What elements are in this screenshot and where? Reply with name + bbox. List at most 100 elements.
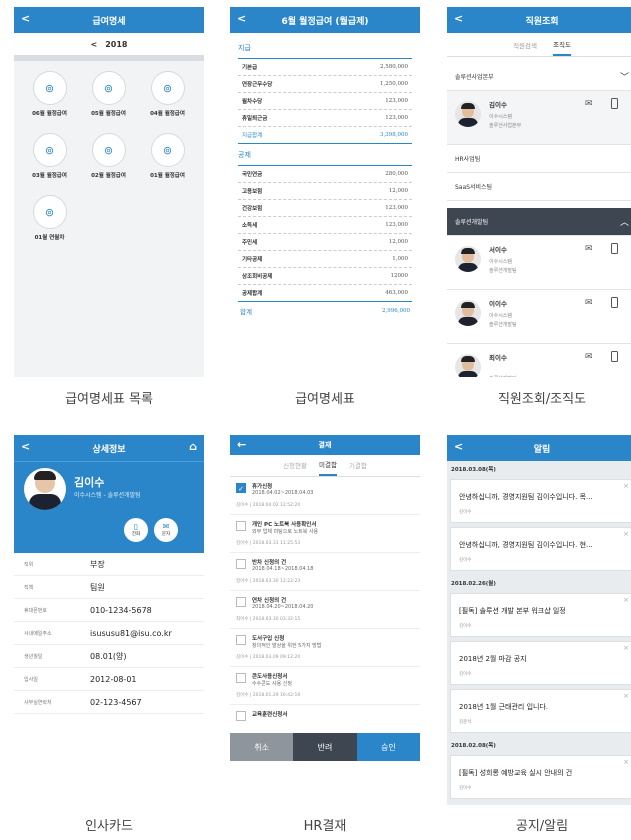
payslip-item[interactable]: ⊚ 05월 월정급여 xyxy=(79,71,138,133)
back-icon[interactable]: < xyxy=(21,12,30,25)
back-icon[interactable]: < xyxy=(454,12,463,25)
item-amount: 123,000 xyxy=(385,115,408,121)
close-icon[interactable]: × xyxy=(623,644,629,652)
phone-icon[interactable] xyxy=(611,297,618,308)
org-unit-name: 솔루션사업본부 xyxy=(455,74,494,81)
checkbox[interactable] xyxy=(236,559,246,569)
phone-icon[interactable] xyxy=(611,351,618,362)
org-unit-row[interactable]: HR사업팀 xyxy=(447,145,631,173)
message-button[interactable]: ✉ 문자 xyxy=(154,518,178,542)
item-detail: 2018.04.20~2018.04.20 xyxy=(252,604,314,610)
back-icon[interactable]: < xyxy=(454,440,463,453)
year-selector[interactable]: < 2018 xyxy=(14,33,204,55)
grand-total-label: 합계 xyxy=(240,308,252,316)
notice-author: 김이수 xyxy=(459,510,472,515)
notice-card[interactable]: 안녕하십니까, 경영지원팀 김이수입니다. 목... 김이수 × xyxy=(450,479,631,523)
notice-card[interactable]: [필독] 솔루션 개발 본부 워크샵 일정 김이수 × xyxy=(450,593,631,637)
tab-requests[interactable]: 신청현황 xyxy=(283,460,307,476)
payslip-item[interactable]: ⊚ 04월 월정급여 xyxy=(138,71,197,133)
reject-button[interactable]: 반려 xyxy=(293,733,357,761)
pay-row: 휴일퇴근금 123,000 xyxy=(238,110,412,127)
back-icon[interactable]: < xyxy=(237,12,246,25)
payslip-item[interactable]: ⊚ 01월 연월차 xyxy=(20,195,79,257)
payslip-label: 05월 월정급여 xyxy=(91,111,126,117)
chevron-left-icon[interactable]: < xyxy=(91,40,98,49)
tab-org-chart[interactable]: 조직도 xyxy=(552,39,571,56)
tab-pending[interactable]: 미결함 xyxy=(319,459,337,476)
approval-item[interactable]: 개인 PC 노트북 사용확인서 외부 업체 미팅으로 노트북 사용 김이수 | 20… xyxy=(230,515,420,553)
tab-completed[interactable]: 기결함 xyxy=(349,460,367,476)
payslip-item[interactable]: ⊚ 02월 월정급여 xyxy=(79,133,138,195)
close-icon[interactable]: × xyxy=(623,692,629,700)
avatar xyxy=(455,354,481,377)
employee-row[interactable]: 김이수 이수시스템 솔루션사업본부 ✉ xyxy=(447,91,631,145)
pay-row: 건강보험 123,000 xyxy=(238,200,412,217)
money-bag-icon: ⊚ xyxy=(150,133,185,167)
checkbox[interactable] xyxy=(236,711,246,721)
tab-employee-search[interactable]: 직원검색 xyxy=(513,40,537,56)
notice-author: 김이수 xyxy=(459,624,472,629)
approval-item[interactable]: ✓ 휴가신청 2018.04.02~2018.04.03 김이수 | 2018.04.… xyxy=(230,477,420,515)
home-icon[interactable]: ⌂ xyxy=(189,440,197,453)
checkbox[interactable]: ✓ xyxy=(236,483,246,493)
approval-item[interactable]: 콘도사용신청서 수수콘도 사용 신청 김이수 | 2018.01.29 16:42:… xyxy=(230,667,420,705)
screen-title: 급여명세 xyxy=(92,16,126,27)
close-icon[interactable]: × xyxy=(623,596,629,604)
mail-icon[interactable]: ✉ xyxy=(585,352,593,362)
org-unit-name: SaaS서비스팀 xyxy=(455,184,493,191)
close-icon[interactable]: × xyxy=(623,758,629,766)
approve-button[interactable]: 승인 xyxy=(356,733,420,761)
item-name: 월차수당 xyxy=(242,99,263,105)
employee-name: 최이수 xyxy=(489,354,507,362)
org-unit-row[interactable]: SaaS서비스팀 xyxy=(447,173,631,201)
mail-icon[interactable]: ✉ xyxy=(585,99,593,109)
back-icon[interactable]: < xyxy=(21,440,30,453)
notice-card[interactable]: 2018년 2월 마감 공지 김이수 × xyxy=(450,641,631,685)
pay-row: 국민연금 280,000 xyxy=(238,166,412,183)
chevron-down-icon: ﹀ xyxy=(619,73,629,83)
org-unit-row[interactable]: 솔루션개발팀 ︿ xyxy=(447,208,631,236)
checkbox[interactable] xyxy=(236,597,246,607)
approval-item[interactable]: 반차 신청의 건 2018.04.18~2018.04.18 정이수 | 2018.… xyxy=(230,553,420,591)
item-name: 공제합계 xyxy=(242,291,263,297)
item-meta: 김이수 | 2018.03.31 11:25:53 xyxy=(236,541,301,546)
money-bag-icon: ⊚ xyxy=(91,71,126,105)
cancel-button[interactable]: 취소 xyxy=(230,733,294,761)
payslip-grid: ⊚ 06월 월정급여 ⊚ 05월 월정급여 ⊚ 04월 월정급여 ⊚ 03월 월정급여 ⊚ 02월… xyxy=(14,61,204,257)
checkbox[interactable] xyxy=(236,521,246,531)
notice-title: 2018년 1월 근태관리 입니다. xyxy=(459,703,549,711)
app-header: < 알림 xyxy=(447,435,631,461)
caption: 공지/알림 xyxy=(515,819,569,834)
call-button[interactable]: ▯ 전화 xyxy=(124,518,148,542)
close-icon[interactable]: × xyxy=(623,482,629,490)
close-icon[interactable]: × xyxy=(623,530,629,538)
info-value: 010-1234-5678 xyxy=(90,605,152,615)
employee-row[interactable]: 이이수 이수시스템 솔루션개발팀 ✉ xyxy=(447,290,631,344)
checkbox[interactable] xyxy=(236,635,246,645)
payslip-item[interactable]: ⊚ 06월 월정급여 xyxy=(20,71,79,133)
notice-card[interactable]: 안녕하십니까, 경영지원팀 김이수입니다. 현... 김이수 × xyxy=(450,527,631,571)
payslip-item[interactable]: ⊚ 03월 월정급여 xyxy=(20,133,79,195)
org-unit-row[interactable]: 솔루션사업본부 ﹀ xyxy=(447,63,631,91)
employee-row[interactable]: 최이수솔루션개발팀 ✉ xyxy=(447,344,631,377)
mail-icon[interactable]: ✉ xyxy=(585,244,593,254)
payslip-table: 지급 기본급 2,580,000 연장근무수당 1,250,000 월차수당 123,000… xyxy=(230,33,420,320)
notice-card[interactable]: [필독] 성희롱 예방교육 실시 안내의 건 김이수 × xyxy=(450,755,631,799)
employee-row[interactable]: 서이수 이수시스템 솔루션개발팀 ✉ xyxy=(447,236,631,290)
approval-item[interactable]: 도서구입 신청 창의적인 발상을 위한 5가지 방법 김이수 | 2018.03.0… xyxy=(230,629,420,667)
profile-banner: 김이수 이수시스템 - 솔루션개발팀 ▯ 전화 ✉ 문자 xyxy=(14,461,204,553)
employee-dept: 이수시스템 xyxy=(489,313,513,319)
mail-icon[interactable]: ✉ xyxy=(585,298,593,308)
checkbox[interactable] xyxy=(236,673,246,683)
payslip-item[interactable]: ⊚ 01월 월정급여 xyxy=(138,133,197,195)
item-meta: 정이수 | 2018.03.30 12:22:23 xyxy=(236,579,301,584)
approval-item[interactable]: 연차 신청의 건 2018.04.20~2018.04.20 최이수 | 2018.… xyxy=(230,591,420,629)
info-value: isususu81@isu.co.kr xyxy=(90,628,172,638)
phone-icon[interactable] xyxy=(611,98,618,109)
info-row: 직책 팀원 xyxy=(14,576,204,599)
item-amount: 12,000 xyxy=(388,188,408,194)
back-arrow-icon[interactable]: ← xyxy=(237,438,246,451)
notice-card[interactable]: 2018년 1월 근태관리 입니다. 김준석 × xyxy=(450,689,631,733)
phone-icon[interactable] xyxy=(611,243,618,254)
phone-icon: ▯ xyxy=(133,522,139,531)
